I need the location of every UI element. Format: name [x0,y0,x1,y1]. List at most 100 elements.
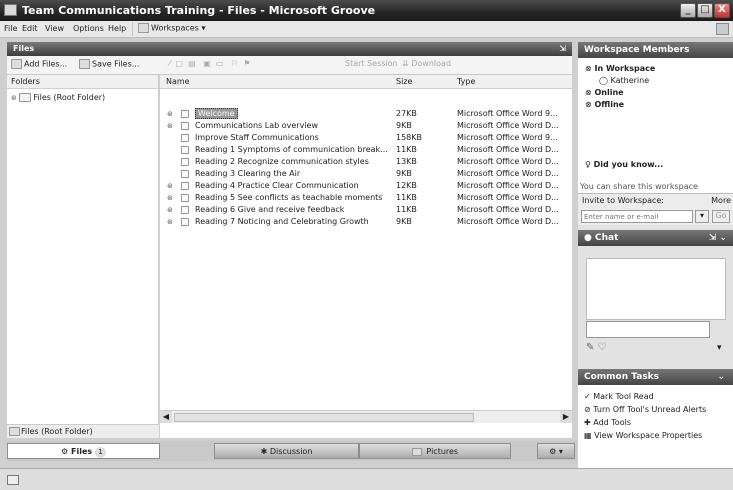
tasks-title: Common Tasks [584,372,660,382]
file-size: 11KB [396,145,417,154]
file-row[interactable]: ⊛ Welcome 27KB Microsoft Office Word 9... [160,108,572,120]
task-label: Turn Off Tool's Unread Alerts [593,405,707,414]
file-size: 11KB [396,193,417,202]
folder-root[interactable]: ⊛ Files (Root Folder) [11,93,105,102]
save-files-button[interactable]: Save Files... [79,59,139,69]
download-button[interactable]: ⇊ Download [402,59,451,68]
menu-file[interactable]: File [4,24,17,33]
invite-label: Invite to Workspace: [582,196,664,205]
files-toolbar: Add Files... Save Files... ⁄ ▢ ▤ ▣ ▭ ⚐ ⚑… [7,56,572,75]
collapse-icon[interactable]: ⌄ [717,369,725,385]
close-button[interactable]: X [714,3,730,18]
tip-text: You can share this workspace [580,182,698,191]
maximize-button[interactable]: □ [697,3,713,18]
navigator-icon[interactable] [716,23,729,35]
file-type: Microsoft Office Word D... [457,205,559,214]
task-add-tools[interactable]: ✚ Add Tools [584,418,631,427]
app-icon[interactable] [4,4,17,16]
file-row[interactable]: Reading 2 Recognize communication styles… [160,156,572,168]
members-header: Workspace Members [578,42,733,58]
column-type[interactable]: Type [457,77,475,86]
task-mark-read[interactable]: ✓ Mark Tool Read [584,392,654,401]
add-files-icon [11,59,22,69]
task-label: Add Tools [593,418,631,427]
download-label: Download [411,59,452,68]
current-folder-bar: Files (Root Folder) [7,424,159,438]
did-you-know[interactable]: ♀ Did you know... [585,160,663,169]
file-row[interactable]: Reading 1 Symptoms of communication brea… [160,144,572,156]
files-panel-title: Files [13,44,35,53]
menu-help[interactable]: Help [108,24,126,33]
word-doc-icon [181,158,189,166]
file-name-text: Reading 2 Recognize communication styles [195,157,369,166]
horizontal-scrollbar[interactable]: ◀ ▶ [160,410,572,423]
chat-icon: ● [584,233,592,243]
chat-input[interactable] [586,321,710,338]
word-doc-icon [181,134,189,142]
tab-pictures-label: Pictures [426,447,459,456]
sync-status-icon: ⊛ [167,218,173,226]
chat-controls[interactable]: ⇲ ⌄ [709,230,727,246]
chat-menu-icon[interactable]: ▾ [717,343,722,353]
file-row[interactable]: Reading 3 Clearing the Air 9KB Microsoft O… [160,168,572,180]
word-doc-icon [181,170,189,178]
tab-pictures[interactable]: Pictures [359,443,511,459]
file-type: Microsoft Office Word D... [457,145,559,154]
file-name-text: Reading 5 See conflicts as teachable mom… [195,193,383,202]
file-name: Reading 1 Symptoms of communication brea… [195,144,390,156]
mark-read-icon: ✓ [584,392,594,401]
column-name[interactable]: Name [166,77,190,86]
task-turn-off-alerts[interactable]: ⊘ Turn Off Tool's Unread Alerts [584,405,706,414]
more-link[interactable]: More [711,196,731,205]
task-view-properties[interactable]: ▦ View Workspace Properties [584,431,702,440]
minimize-button[interactable]: _ [680,3,696,18]
tab-files[interactable]: ⚙ Files 1 [7,443,160,459]
common-tasks: ✓ Mark Tool Read ⊘ Turn Off Tool's Unrea… [578,385,733,468]
file-name-text: Welcome [195,108,238,119]
add-tool-dropdown[interactable]: ⚙ ▾ [537,443,575,459]
file-size: 158KB [396,133,423,142]
member-katherine[interactable]: ◯ Katherine [599,76,649,85]
save-files-label: Save Files... [92,59,140,69]
file-row[interactable]: ⊛ Communications Lab overview 9KB Microsoft… [160,120,572,132]
scroll-left-icon[interactable]: ◀ [160,411,172,423]
word-doc-icon [181,194,189,202]
file-name: Welcome [195,108,390,120]
file-type: Microsoft Office Word 9... [457,109,558,118]
sync-status-icon: ⊛ [167,122,173,130]
file-name-text: Communications Lab overview [195,121,319,130]
file-row[interactable]: ⊛ Reading 5 See conflicts as teachable mo… [160,192,572,204]
file-row[interactable]: ⊛ Reading 4 Practice Clear Communication 1… [160,180,572,192]
offline-group[interactable]: ⊗ Offline [585,100,624,109]
files-panel-header: Files ⇲ [7,42,572,56]
start-session-button[interactable]: Start Session [345,59,398,68]
word-doc-icon [181,218,189,226]
undock-icon[interactable]: ⇲ [559,42,566,56]
invite-input[interactable] [581,210,693,223]
column-size[interactable]: Size [396,77,412,86]
sync-status-icon: ⊛ [167,206,173,214]
file-row[interactable]: Improve Staff Communications 158KB Microso… [160,132,572,144]
go-button[interactable]: Go [712,210,730,223]
file-name: Reading 4 Practice Clear Communication [195,180,390,192]
offline-label: Offline [594,100,625,109]
chat-tools-icon[interactable]: ✎ ♡ [586,342,607,353]
menu-options[interactable]: Options [73,24,104,33]
workspaces-icon [138,23,149,33]
file-name-text: Reading 3 Clearing the Air [195,169,301,178]
menu-edit[interactable]: Edit [22,24,38,33]
tool-icons[interactable]: ⁄ ▢ ▤ ▣ ▭ ⚐ ⚑ [169,59,251,68]
chat-header: ● Chat ⇲ ⌄ [578,230,733,246]
invite-dropdown-icon[interactable]: ▾ [695,210,709,223]
scroll-thumb[interactable] [174,413,474,422]
workspaces-menu[interactable]: Workspaces ▾ [132,22,210,36]
file-row[interactable]: ⊛ Reading 6 Give and receive feedback 11KB… [160,204,572,216]
in-workspace-group[interactable]: ⊗ In Workspace [585,64,655,73]
menu-view[interactable]: View [45,24,64,33]
scroll-right-icon[interactable]: ▶ [560,411,572,423]
status-icon[interactable] [7,475,19,485]
file-row[interactable]: ⊛ Reading 7 Noticing and Celebrating Grow… [160,216,572,228]
tab-discussion[interactable]: ✱ Discussion [214,443,359,459]
add-files-button[interactable]: Add Files... [11,59,67,69]
online-group[interactable]: ⊗ Online [585,88,624,97]
